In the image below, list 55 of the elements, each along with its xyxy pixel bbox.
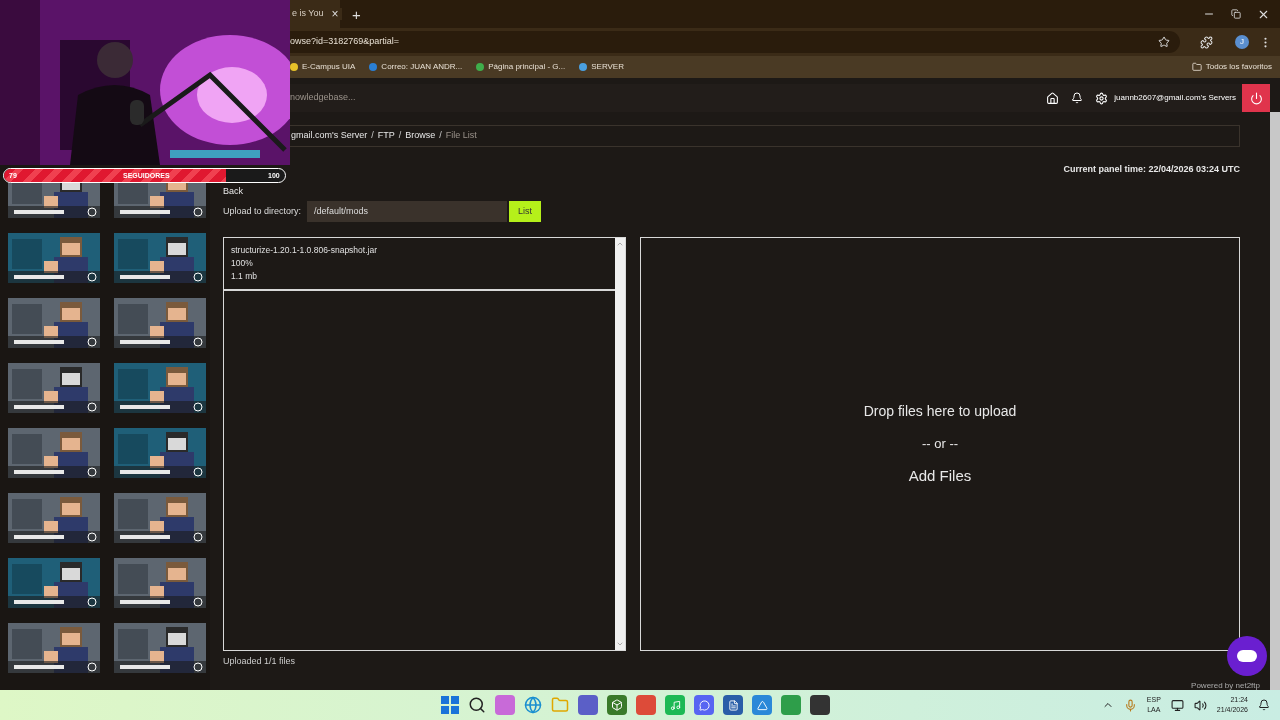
upload-percent-text: 100% [231,257,254,270]
account-menu[interactable]: juannb2607@gmail.com's Servers [1114,92,1236,104]
bookmark-star-icon[interactable] [1158,36,1170,48]
or-divider-text: -- or -- [921,434,959,453]
notifications-icon[interactable] [1258,699,1270,711]
bookmark-favicon [579,63,588,71]
breadcrumb-link[interactable]: Browse [405,129,436,143]
upload-label: Upload to directory: [223,204,303,218]
back-link[interactable]: Back [223,184,243,198]
folder-icon [1191,62,1202,72]
editor-icon[interactable] [752,695,772,715]
browser-icon[interactable] [524,696,542,714]
search-icon[interactable] [468,696,486,714]
chat-button[interactable] [1227,636,1267,676]
panel-time: Current panel time: 22/04/2026 03:24 UTC [1063,163,1240,176]
breadcrumb-separator: / [371,129,374,143]
page-scrollbar[interactable] [1270,112,1280,690]
home-icon[interactable] [1046,91,1060,105]
breadcrumb-separator: / [439,129,442,143]
new-tab-button[interactable]: + [352,6,361,22]
notes-icon[interactable] [723,695,743,715]
power-icon [1249,91,1263,105]
game-icon[interactable] [607,695,627,715]
volume-icon[interactable] [1193,698,1207,712]
file-size: 1.1 mb [231,270,258,283]
bookmark-link[interactable]: SERVER [579,61,624,73]
network-icon[interactable] [1170,698,1184,712]
bookmark-link[interactable]: E-Campus UIA [290,61,356,73]
bookmark-favicon [290,63,298,71]
breadcrumb-separator: / [398,129,402,143]
powered-by-text: Powered by net2ftp [1191,679,1260,692]
address-field[interactable]: owse?id=3182769&partial= [290,31,1180,53]
directory-field[interactable]: /default/mods [307,201,507,222]
breadcrumb-link[interactable]: FTP [377,129,395,143]
list-button[interactable]: List [509,201,541,222]
drop-zone[interactable]: Drop files here to upload -- or -- Add Files [640,237,1240,651]
file-name: structurize-1.20.1-1.0.806-snapshot.jar [231,244,378,257]
microphone-icon[interactable] [1123,698,1137,712]
extensions-icon[interactable] [1200,35,1213,49]
upload-status: Uploaded 1/1 files [223,655,297,668]
add-files-button[interactable]: Add Files [908,465,972,488]
notifications-icon[interactable] [1071,92,1084,104]
all-bookmarks-link[interactable]: Todos los favoritos [1191,61,1272,73]
restore-icon[interactable] [1231,9,1241,19]
bookmark-favicon [369,63,378,71]
chat-app-icon[interactable] [694,695,714,715]
power-button[interactable] [1242,84,1270,112]
drop-hint: Drop files here to upload [863,401,1017,421]
bookmark-link[interactable]: Correo: JUAN ANDR... [369,61,463,73]
breadcrumb-link[interactable]: gmail.com's Server [291,129,368,143]
bookmark-link[interactable]: Página principal - G... [476,61,566,73]
settings-icon[interactable] [1095,91,1109,105]
bookmark-favicon [476,63,485,71]
search-field[interactable]: nowledgebase... [290,91,356,105]
windows-icon[interactable] [441,696,459,714]
